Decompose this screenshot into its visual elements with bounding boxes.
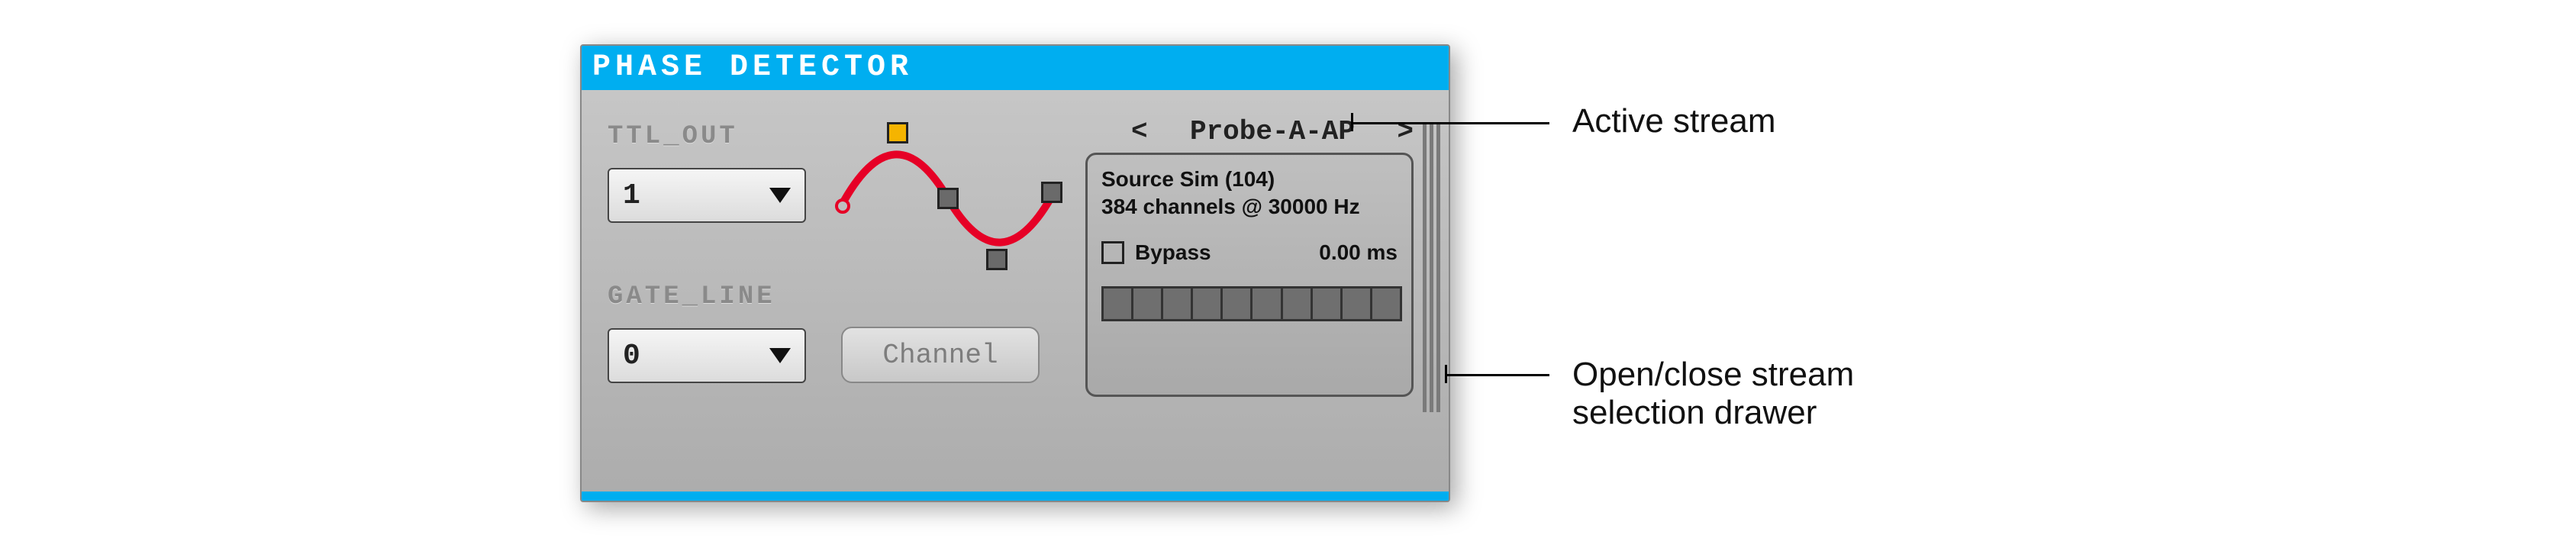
phase-node-falling[interactable] xyxy=(937,188,959,209)
stream-drawer-handle[interactable] xyxy=(1423,122,1443,412)
phase-node-start[interactable] xyxy=(835,198,850,214)
callout-line xyxy=(1445,374,1549,376)
callout-line xyxy=(1351,122,1549,124)
source-name: Source Sim (104) xyxy=(1101,167,1398,192)
ttl-out-value: 1 xyxy=(623,179,640,212)
phase-node-trough[interactable] xyxy=(986,249,1008,270)
phase-detector-panel: PHASE DETECTOR TTL_OUT 1 GATE_LINE 0 Cha… xyxy=(580,44,1450,502)
buffer-meter xyxy=(1101,286,1402,321)
prev-stream-button[interactable]: < xyxy=(1131,116,1148,147)
stream-info-box: Source Sim (104) 384 channels @ 30000 Hz… xyxy=(1085,153,1414,397)
ttl-out-label: TTL_OUT xyxy=(608,122,738,151)
chevron-down-icon xyxy=(769,348,791,363)
stream-selector: < Probe-A-AP > xyxy=(1131,116,1414,147)
channel-button[interactable]: Channel xyxy=(841,327,1040,383)
channel-count: 384 channels @ 30000 Hz xyxy=(1101,195,1398,219)
next-stream-button[interactable]: > xyxy=(1397,116,1414,147)
channel-button-label: Channel xyxy=(882,340,998,371)
phase-wave-display xyxy=(833,114,1062,282)
annotation-active-stream: Active stream xyxy=(1572,102,1776,140)
bypass-checkbox[interactable] xyxy=(1101,241,1124,264)
ttl-out-dropdown[interactable]: 1 xyxy=(608,168,806,223)
latency-value: 0.00 ms xyxy=(1319,240,1398,265)
phase-node-rising[interactable] xyxy=(1041,182,1062,203)
phase-node-peak[interactable] xyxy=(887,122,908,143)
panel-title: PHASE DETECTOR xyxy=(582,46,1449,90)
bypass-label: Bypass xyxy=(1135,240,1211,265)
chevron-down-icon xyxy=(769,188,791,203)
gate-line-value: 0 xyxy=(623,340,640,372)
panel-bottom-accent xyxy=(582,492,1449,501)
active-stream-name: Probe-A-AP xyxy=(1148,116,1398,147)
gate-line-dropdown[interactable]: 0 xyxy=(608,328,806,383)
annotation-drawer: Open/close stream selection drawer xyxy=(1572,356,1969,432)
gate-line-label: GATE_LINE xyxy=(608,282,775,311)
